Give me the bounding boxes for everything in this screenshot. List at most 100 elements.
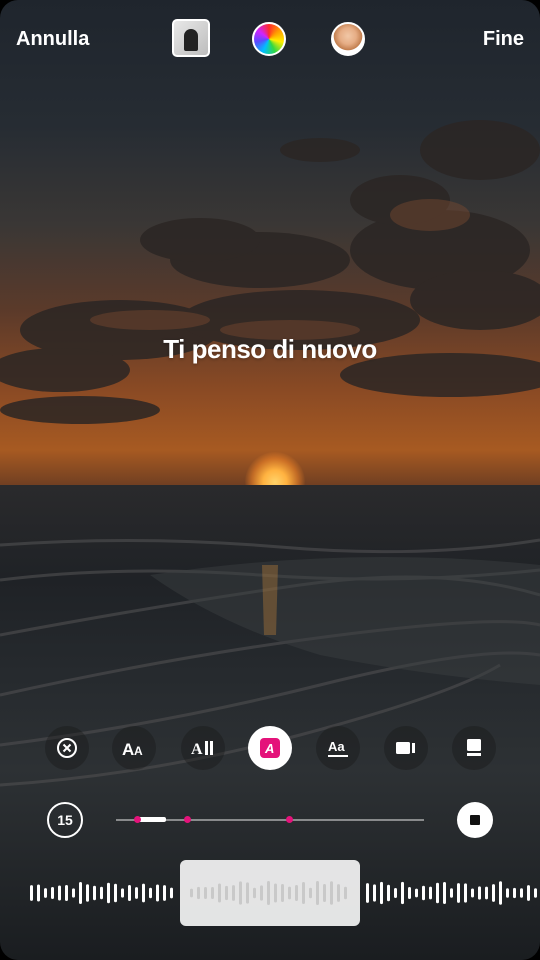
waveform-bar: [163, 885, 166, 901]
svg-text:A: A: [134, 744, 143, 758]
waveform-bar: [450, 888, 453, 898]
waveform-bar: [79, 881, 82, 905]
waveform-bar: [121, 888, 124, 898]
svg-text:A: A: [122, 740, 134, 759]
waveform-bar: [295, 885, 298, 901]
cancel-button[interactable]: Annulla: [16, 28, 89, 51]
duration-row: 15: [0, 800, 540, 840]
waveform-bar: [415, 888, 418, 898]
waveform-bar: [218, 883, 221, 903]
waveform-bar: [288, 886, 291, 900]
waveform-bar: [86, 884, 89, 902]
waveform-bar: [443, 882, 446, 904]
waveform-bar: [344, 886, 347, 900]
stop-button[interactable]: [457, 802, 493, 838]
waveform-bar: [44, 888, 47, 898]
timeline-marker: [286, 816, 293, 823]
waveform-bar: [485, 886, 488, 900]
waveform-bar: [302, 881, 305, 905]
waveform-bar: [457, 883, 460, 903]
underline-text-icon: Aa: [328, 739, 348, 757]
waveform-bar: [316, 881, 319, 905]
color-wheel-icon[interactable]: [252, 22, 286, 56]
clear-icon: [57, 738, 77, 758]
selected-waveform: [190, 881, 347, 905]
waveform-bar: [281, 884, 284, 902]
stop-icon: [470, 815, 480, 825]
waveform-bar: [387, 884, 390, 902]
waveform-bar: [37, 884, 40, 902]
waveform-bar: [520, 888, 523, 898]
sticker-style-toolbar: A A A A Aa: [0, 726, 540, 770]
avatar[interactable]: [331, 22, 365, 56]
waveform-bar: [253, 887, 256, 899]
waveform-bar: [58, 885, 61, 901]
album-card-style-button[interactable]: [452, 726, 496, 770]
waveform-bar: [65, 884, 68, 902]
waveform-bar: [309, 887, 312, 899]
waveform-bar: [323, 883, 326, 903]
highlight-style-icon: A: [260, 738, 280, 758]
waveform-bar: [527, 885, 530, 901]
waveform-bar: [239, 881, 242, 905]
clear-style-button[interactable]: [45, 726, 89, 770]
waveform-bar: [330, 881, 333, 905]
duration-button[interactable]: 15: [47, 802, 83, 838]
album-art-thumbnail[interactable]: [172, 19, 210, 57]
highlight-style-button[interactable]: A: [248, 726, 292, 770]
waveform-bar: [373, 884, 376, 902]
top-bar: Annulla Fine: [0, 0, 540, 80]
underline-text-style-button[interactable]: Aa: [316, 726, 360, 770]
waveform-bar: [429, 886, 432, 900]
waveform-bar: [135, 887, 138, 899]
lyric-text[interactable]: Ti penso di nuovo: [0, 334, 540, 365]
waveform-bar: [534, 888, 537, 898]
waveform-bar: [107, 882, 110, 904]
svg-text:A: A: [264, 741, 274, 756]
waveform-bar: [267, 881, 270, 905]
waveform-bar: [464, 883, 467, 903]
waveform-bar: [170, 887, 173, 899]
waveform-bar: [51, 887, 54, 899]
waveform-bar: [422, 885, 425, 901]
waveform-bar: [499, 881, 502, 905]
album-card-icon: [467, 739, 481, 756]
waveform-bar: [401, 881, 404, 905]
waveform-bar: [225, 885, 228, 901]
waveform-bar: [204, 886, 207, 900]
waveform-bar: [513, 887, 516, 899]
clip-selection-window[interactable]: [180, 860, 360, 926]
typewriter-icon: A: [191, 741, 213, 758]
waveform-bar: [492, 884, 495, 902]
playhead-segment: [138, 817, 166, 822]
timeline-marker: [184, 816, 191, 823]
waveform-bar: [156, 884, 159, 902]
waveform-bar: [211, 886, 214, 900]
video-card-style-button[interactable]: [384, 726, 428, 770]
timeline-marker: [134, 816, 141, 823]
waveform-bar: [380, 881, 383, 905]
video-card-icon: [396, 742, 415, 754]
audio-waveform-scrubber[interactable]: [0, 858, 540, 928]
waveform-bar: [506, 888, 509, 898]
waveform-bar: [478, 886, 481, 900]
waveform-bar: [436, 882, 439, 904]
waveform-bar: [408, 886, 411, 900]
svg-text:A: A: [191, 741, 203, 758]
waveform-bar: [142, 883, 145, 903]
waveform-bar: [128, 885, 131, 901]
waveform-bar: [93, 885, 96, 901]
waveform-bar: [30, 885, 33, 901]
waveform-bar: [274, 883, 277, 903]
waveform-bar: [114, 883, 117, 903]
typewriter-style-button[interactable]: A: [181, 726, 225, 770]
waveform-bar: [149, 887, 152, 899]
waveform-bar: [394, 888, 397, 898]
waveform-bar: [72, 888, 75, 898]
waveform-bar: [337, 884, 340, 902]
text-size-style-button[interactable]: A A: [112, 726, 156, 770]
waveform-bar: [190, 888, 193, 898]
done-button[interactable]: Fine: [483, 28, 524, 51]
waveform-bar: [197, 886, 200, 900]
waveform-bar: [232, 885, 235, 901]
